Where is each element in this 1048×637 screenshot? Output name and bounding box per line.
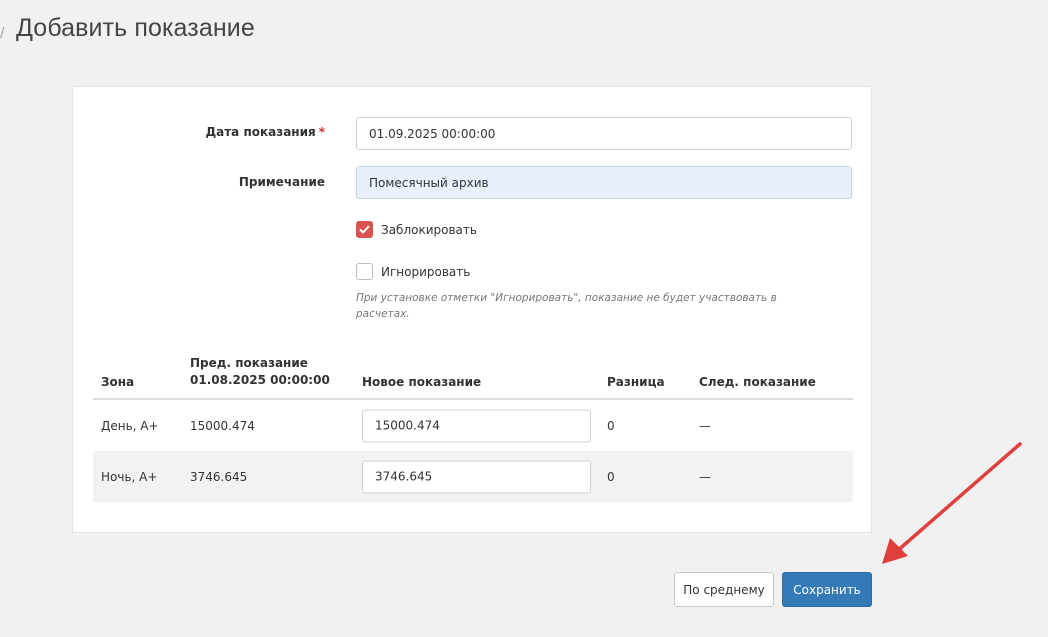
col-diff: Разница (607, 375, 665, 389)
note-input[interactable] (356, 166, 852, 199)
reading-form-panel: Дата показания* Примечание Заблокировать… (72, 86, 872, 533)
save-button[interactable]: Сохранить (782, 572, 872, 607)
col-prev: Пред. показание 01.08.2025 00:00:00 (190, 356, 330, 387)
breadcrumb-separator: / (0, 26, 5, 41)
lock-checkbox-row[interactable]: Заблокировать (356, 221, 477, 238)
table-row: Ночь, А+ 3746.645 0 — (93, 451, 853, 502)
row-zone: Ночь, А+ (101, 469, 158, 484)
required-mark: * (318, 125, 325, 139)
row-next: — (699, 469, 711, 484)
col-zone: Зона (101, 375, 135, 389)
average-button[interactable]: По среднему (674, 572, 774, 607)
lock-label: Заблокировать (381, 222, 477, 237)
ignore-checkbox-row[interactable]: Игнорировать (356, 263, 470, 280)
ignore-label: Игнорировать (381, 264, 471, 279)
page: / Добавить показание Дата показания* При… (0, 0, 1048, 637)
date-label: Дата показания * (205, 125, 325, 139)
row-next: — (699, 418, 711, 433)
ignore-checkbox[interactable] (356, 263, 373, 280)
annotation-arrow (882, 442, 1022, 564)
readings-table: Зона Пред. показание 01.08.2025 00:00:00 … (93, 355, 853, 502)
row-zone: День, А+ (101, 418, 159, 433)
row-prev: 15000.474 (190, 418, 255, 433)
table-header: Зона Пред. показание 01.08.2025 00:00:00 … (93, 355, 853, 400)
date-input[interactable] (356, 117, 852, 150)
note-label: Примечание (238, 175, 325, 189)
ignore-hint: При установке отметки "Игнорировать", по… (356, 292, 777, 320)
check-icon (359, 225, 370, 234)
row-prev: 3746.645 (190, 469, 248, 484)
row-diff: 0 (607, 469, 615, 484)
page-title: Добавить показание (16, 14, 255, 42)
table-row: День, А+ 15000.474 0 — (93, 400, 853, 451)
col-new: Новое показание (362, 375, 482, 389)
lock-checkbox[interactable] (356, 221, 373, 238)
row-diff: 0 (607, 418, 615, 433)
new-reading-input[interactable] (362, 460, 591, 493)
col-next: След. показание (699, 375, 816, 389)
new-reading-input[interactable] (362, 409, 591, 442)
